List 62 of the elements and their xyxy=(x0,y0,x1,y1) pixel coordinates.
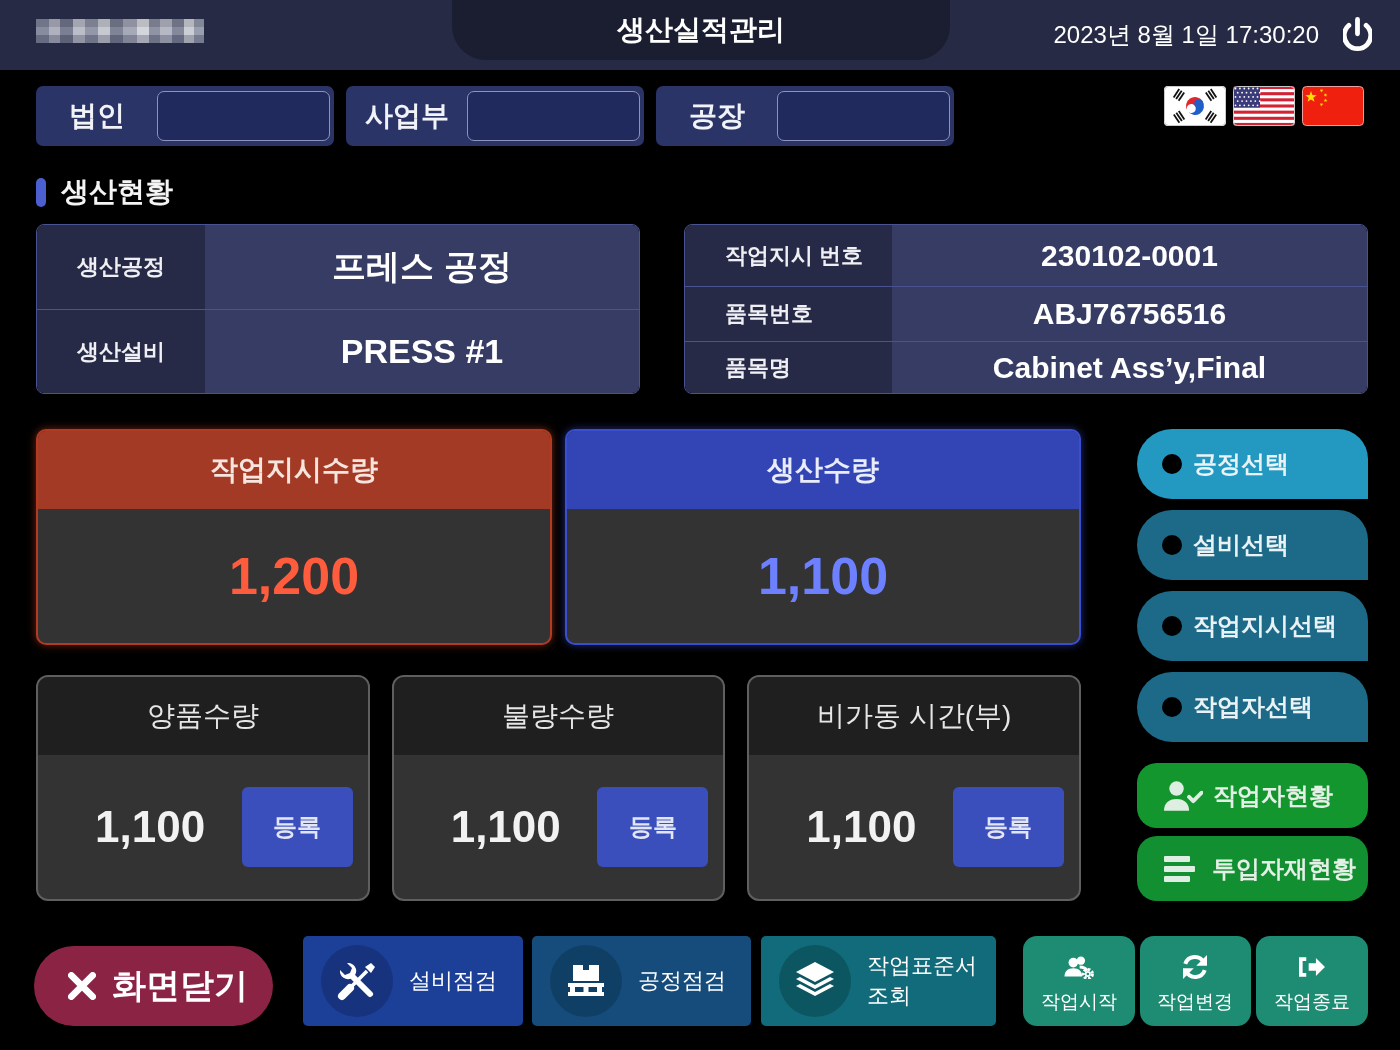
layers-icon xyxy=(779,945,852,1017)
count-value: 1,100 xyxy=(756,546,890,607)
card-title: 작업지시수량 xyxy=(38,431,550,509)
register-button[interactable]: 등록 xyxy=(953,787,1064,867)
filter-label: 법인 xyxy=(67,99,126,133)
menu-tab[interactable]: 작업자선택 xyxy=(1137,672,1368,742)
register-button[interactable]: 등록 xyxy=(241,787,353,867)
card-title: 양품수량 xyxy=(38,677,368,755)
bullet-dot-icon xyxy=(1162,616,1182,636)
bullet-dot-icon xyxy=(1162,697,1182,717)
field-value: Cabinet Ass’y,Final xyxy=(892,341,1367,393)
menu-tab[interactable]: 작업지시선택 xyxy=(1137,591,1368,661)
pallet-boxes-icon xyxy=(549,945,622,1017)
field-value: ABJ76756516 xyxy=(892,286,1367,341)
filter-label: 공장 xyxy=(687,99,746,133)
status-button[interactable]: 작업자현황 xyxy=(1137,763,1368,828)
input-field[interactable] xyxy=(157,91,330,141)
count-value: 1,100 xyxy=(806,802,917,852)
screen-title: 생산실적관리 xyxy=(617,13,785,47)
work-button[interactable]: 작업종료 xyxy=(1256,936,1369,1026)
field-value: 230102-0001 xyxy=(892,225,1367,286)
work-button[interactable]: 작업변경 xyxy=(1139,936,1252,1026)
card-title: 생산수량 xyxy=(567,431,1079,509)
users-gear-icon xyxy=(1063,955,1094,979)
field-value: 프레스 공정 xyxy=(205,225,639,309)
power-icon[interactable] xyxy=(1343,17,1372,53)
register-button[interactable]: 등록 xyxy=(597,787,709,867)
check-button[interactable]: 작업표준서 조회 xyxy=(761,936,996,1026)
field-label: 생산설비 xyxy=(37,309,205,393)
close-screen-button[interactable]: 화면닫기 xyxy=(34,946,274,1026)
field-label: 품목명 xyxy=(685,341,892,393)
bullet-dot-icon xyxy=(1162,454,1182,474)
card-title: 불량수량 xyxy=(393,677,724,755)
refresh-icon xyxy=(1182,955,1209,979)
input-field[interactable] xyxy=(467,91,640,141)
bullet-dot-icon xyxy=(1162,535,1182,555)
field-label: 품목번호 xyxy=(685,286,892,341)
card-title: 비가동 시간(부) xyxy=(749,677,1079,755)
input-field[interactable] xyxy=(777,91,950,141)
usa-flag-icon[interactable] xyxy=(1233,86,1295,126)
tools-icon xyxy=(321,945,394,1017)
field-label: 생산공정 xyxy=(37,225,205,309)
datetime-text: 2023년 8월 1일 17:30:20 xyxy=(1053,20,1319,50)
status-button[interactable]: 투입자재현황 xyxy=(1137,836,1368,901)
count-value: 1,100 xyxy=(95,802,206,852)
filter-label: 사업부 xyxy=(363,99,450,133)
count-value: 1,100 xyxy=(450,802,561,852)
menu-tab[interactable]: 공정선택 xyxy=(1137,429,1368,499)
check-button[interactable]: 공정점검 xyxy=(531,936,752,1026)
sign-out-icon xyxy=(1299,955,1326,979)
close-icon xyxy=(68,972,96,1000)
menu-tab[interactable]: 설비선택 xyxy=(1137,510,1368,580)
korea-flag-icon[interactable] xyxy=(1164,86,1226,126)
field-value: PRESS #1 xyxy=(205,309,639,393)
work-button[interactable]: 작업시작 xyxy=(1022,936,1135,1026)
count-value: 1,200 xyxy=(227,546,361,607)
field-label: 작업지시 번호 xyxy=(685,225,892,286)
check-button[interactable]: 설비점검 xyxy=(303,936,523,1026)
user-check-icon xyxy=(1164,780,1203,811)
section-title: 생산현황 xyxy=(61,175,173,209)
list-icon xyxy=(1164,855,1195,882)
accent-bar-icon xyxy=(36,177,46,207)
